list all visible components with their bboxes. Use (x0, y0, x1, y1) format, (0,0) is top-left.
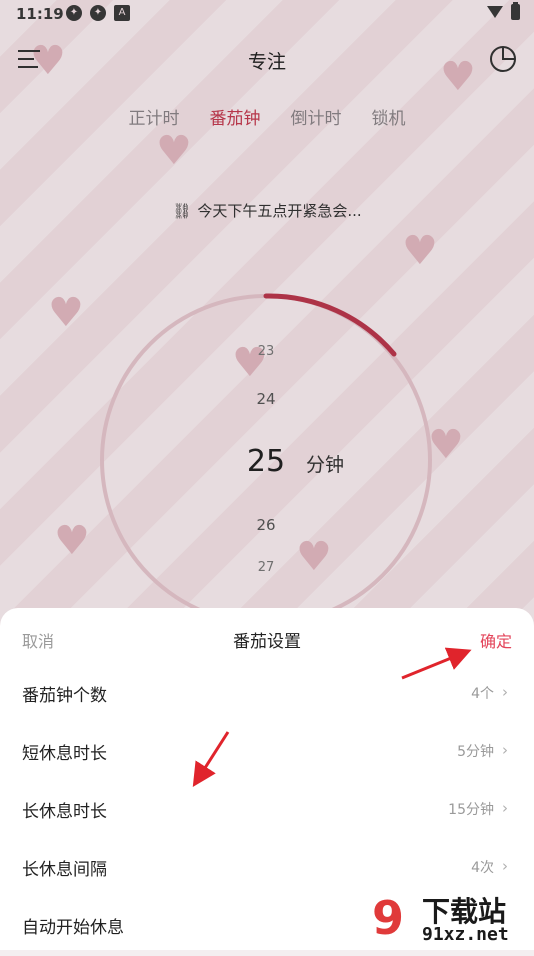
watermark-url: 91xz.net (422, 924, 509, 945)
setting-value: 5分钟 (457, 744, 494, 760)
sheet-header: 取消 番茄设置 确定 (0, 608, 534, 666)
chevron-right-icon: › (502, 799, 508, 817)
setting-row-long-break[interactable]: 长休息时长 15分钟 › (0, 782, 534, 840)
setting-label: 番茄钟个数 (22, 686, 107, 706)
setting-label: 长休息时长 (22, 802, 107, 822)
setting-value: 15分钟 (448, 802, 494, 818)
sheet-title: 番茄设置 (233, 632, 301, 652)
chevron-right-icon: › (502, 741, 508, 759)
setting-label: 自动开始休息 (22, 918, 124, 938)
chevron-right-icon: › (502, 683, 508, 701)
chevron-right-icon: › (502, 857, 508, 875)
site-watermark: 9 下载站 91xz.net (358, 888, 528, 948)
confirm-button[interactable]: 确定 (480, 628, 512, 652)
watermark-logo: 9 (371, 891, 404, 945)
setting-row-pomodoro-count[interactable]: 番茄钟个数 4个 › (0, 666, 534, 724)
setting-value: 4个 (471, 686, 494, 702)
setting-label: 长休息间隔 (22, 860, 107, 880)
setting-value: 4次 (471, 860, 494, 876)
setting-label: 短休息时长 (22, 744, 107, 764)
setting-row-short-break[interactable]: 短休息时长 5分钟 › (0, 724, 534, 782)
